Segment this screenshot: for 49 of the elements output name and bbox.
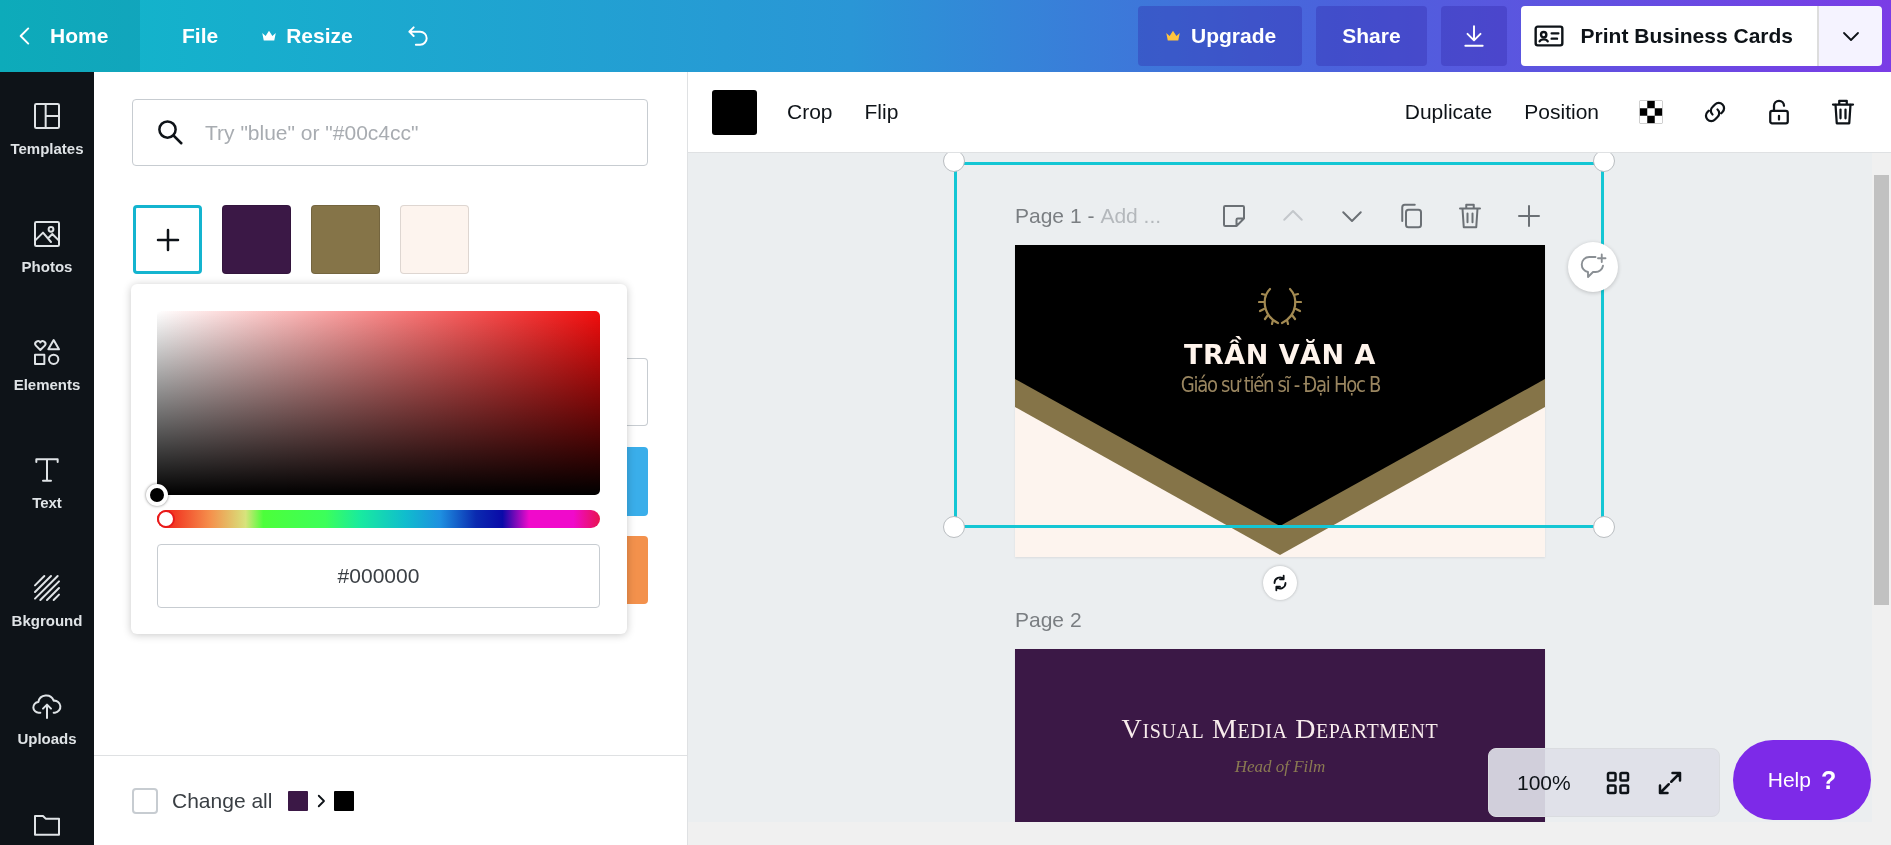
download-button[interactable] (1440, 6, 1507, 66)
checkbox[interactable] (132, 787, 158, 814)
sidebar-item[interactable]: Photos (0, 204, 94, 322)
vertical-scrollbar[interactable] (1872, 153, 1891, 822)
resize-handle[interactable] (943, 153, 965, 172)
help-button[interactable]: Help ? (1733, 740, 1871, 820)
scroll-thumb[interactable] (1874, 175, 1889, 605)
card-subtitle: Head of Film (1234, 757, 1326, 777)
toolbar-button[interactable]: Position (1524, 90, 1617, 134)
laurel-icon (1258, 287, 1302, 327)
toolbar-button[interactable]: Flip (864, 90, 917, 134)
hex-field[interactable]: #000000 (157, 544, 600, 608)
zoom-level-button[interactable]: 100% (1517, 770, 1583, 795)
hatch-icon (31, 572, 63, 604)
shapes-icon (31, 336, 63, 368)
toolbar-button[interactable]: Duplicate (1404, 90, 1511, 134)
hue-thumb[interactable] (157, 510, 175, 528)
horizontal-scrollbar[interactable] (688, 822, 1891, 845)
page-label: Page 2 (1015, 608, 1082, 632)
image-icon (31, 218, 63, 250)
page-label: Page 1 - (1015, 204, 1095, 228)
hue-slider[interactable] (157, 510, 600, 528)
card-subtitle: Giáo sư tiến sĩ - Đại Học B (1180, 372, 1380, 397)
add-color-button[interactable] (133, 205, 202, 274)
add-comment-button[interactable] (1568, 242, 1618, 292)
color-swatch[interactable] (222, 205, 291, 274)
share-button[interactable]: Share (1316, 6, 1427, 66)
saturation-area[interactable] (157, 311, 600, 495)
print-button[interactable]: Print Business Cards (1520, 6, 1817, 66)
upgrade-button[interactable]: Upgrade (1138, 6, 1303, 66)
sidebar-item[interactable]: Elements (0, 322, 94, 440)
color-swatch[interactable] (311, 205, 380, 274)
change-all-label: Change all (172, 788, 273, 813)
resize-handle[interactable] (1593, 153, 1615, 172)
selection-frame[interactable] (954, 162, 1604, 528)
color-button[interactable] (712, 89, 757, 135)
card-heading: Visual Media Department (1121, 713, 1439, 745)
rotate-button[interactable] (1263, 566, 1297, 600)
sidebar-item[interactable]: Templates (0, 86, 94, 204)
sidebar-item[interactable]: Bkground (0, 558, 94, 676)
search-field[interactable]: Try "blue" or "#00c4cc" (132, 99, 648, 166)
color-swatch[interactable] (400, 205, 469, 274)
toolbar-button[interactable]: Crop (787, 90, 851, 134)
resize-handle[interactable] (943, 516, 965, 538)
search-icon (155, 117, 185, 147)
layout-icon (31, 100, 63, 132)
resize-handle[interactable] (1593, 516, 1615, 538)
sidebar-item[interactable]: Uploads (0, 676, 94, 794)
sidebar-item[interactable]: Text (0, 440, 94, 558)
